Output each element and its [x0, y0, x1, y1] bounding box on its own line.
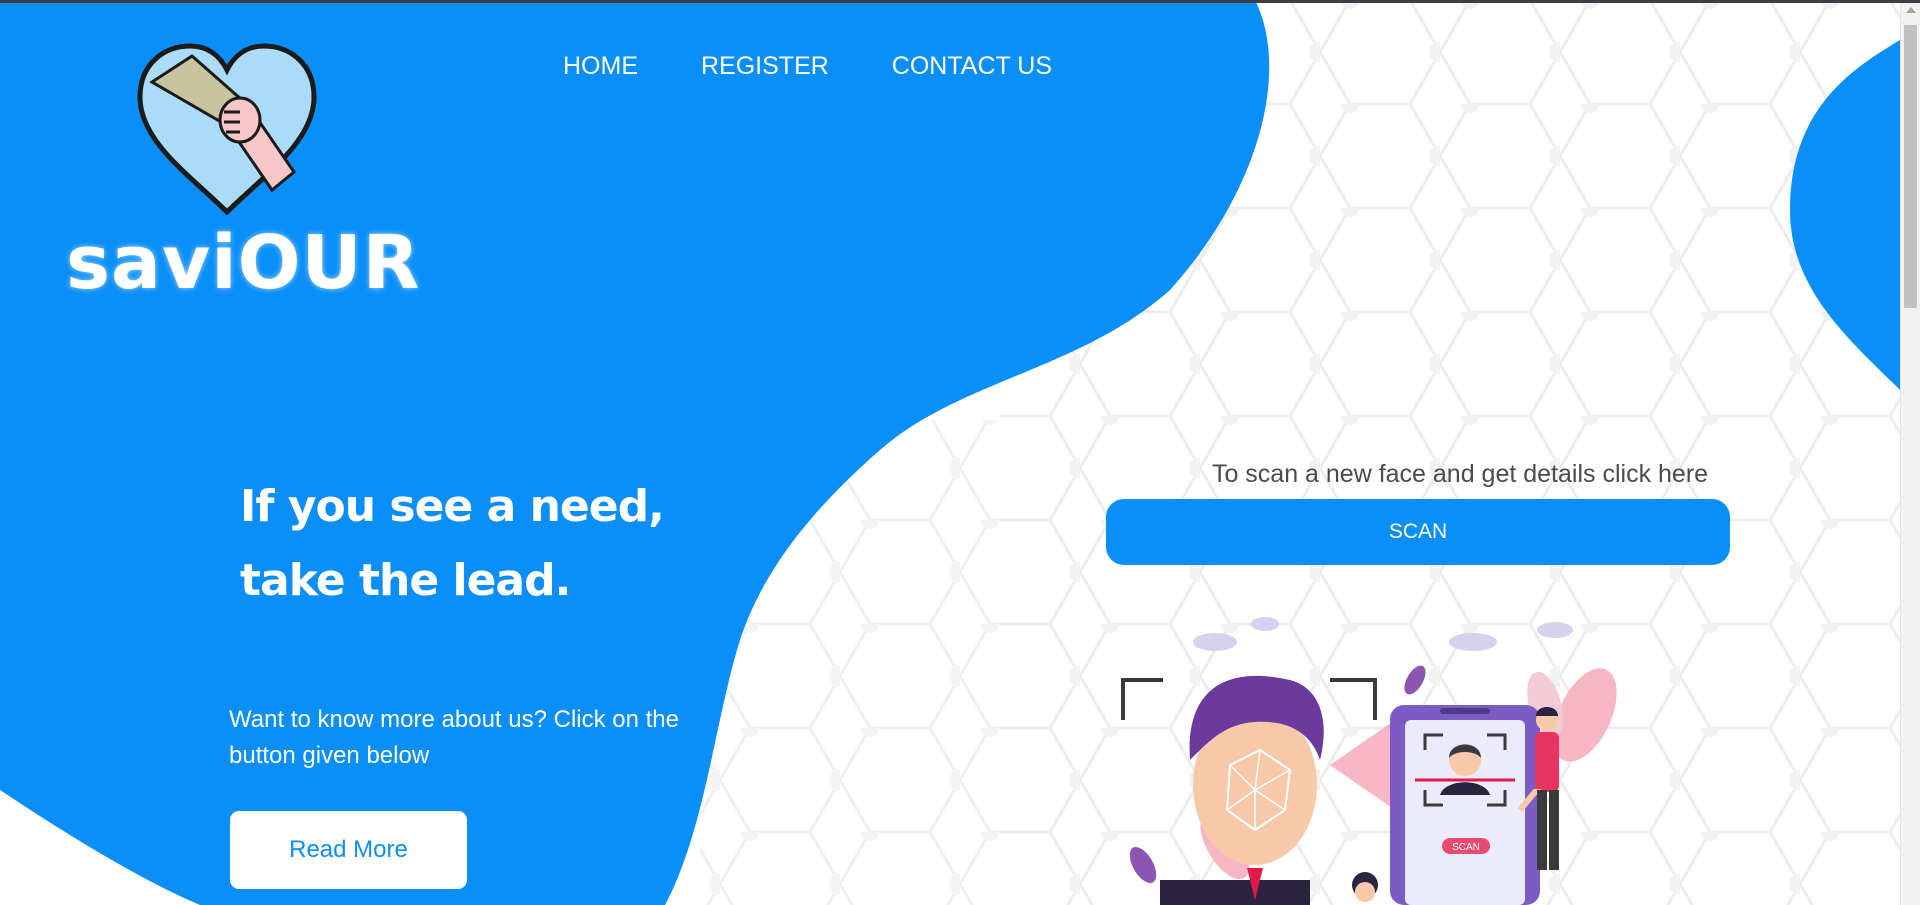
nav-register[interactable]: REGISTER: [701, 52, 829, 81]
page-scrollbar[interactable]: [1900, 3, 1920, 905]
face-recognition-illustration: SCAN: [1121, 617, 1617, 905]
main-nav: HOME REGISTER CONTACT US: [563, 52, 1052, 81]
cloud-icon: [1193, 617, 1573, 651]
window-top-border: [0, 0, 1920, 3]
scroll-thumb[interactable]: [1904, 25, 1917, 308]
brand-name: saviOUR: [66, 220, 421, 306]
brand-logo[interactable]: saviOUR: [62, 42, 420, 312]
child-icon: [1352, 872, 1378, 902]
scroll-up-arrow-icon[interactable]: [1906, 7, 1916, 13]
phone-scan-tag: SCAN: [1452, 842, 1480, 853]
heart-handshake-icon: [137, 43, 317, 216]
hero-headline: If you see a need, take the lead.: [240, 470, 760, 618]
headline-line-2: take the lead.: [240, 555, 571, 606]
scan-caption: To scan a new face and get details click…: [1211, 460, 1709, 488]
hero-subtext: Want to know more about us? Click on the…: [229, 706, 679, 769]
phone-icon: SCAN: [1390, 705, 1540, 905]
read-more-button[interactable]: Read More: [230, 811, 467, 889]
headline-line-1: If you see a need,: [240, 481, 665, 532]
nav-home[interactable]: HOME: [563, 52, 638, 81]
scan-button[interactable]: SCAN: [1106, 499, 1730, 565]
nav-contact-us[interactable]: CONTACT US: [892, 52, 1052, 81]
